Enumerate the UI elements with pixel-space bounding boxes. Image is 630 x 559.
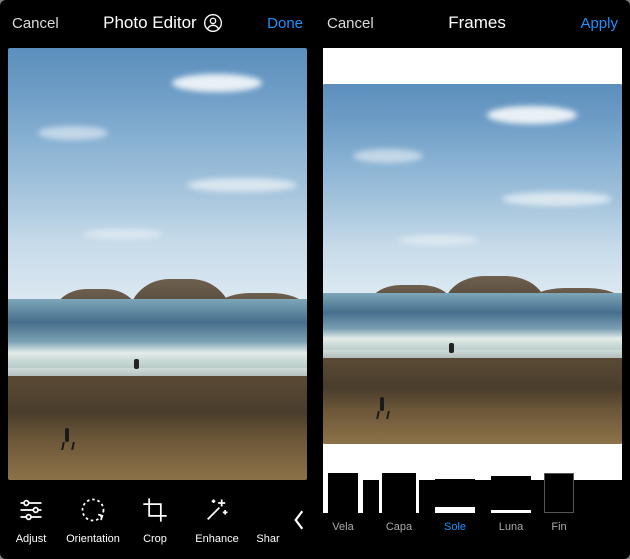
crop-icon	[140, 495, 170, 525]
frames-strip: Vela Capa Sole	[315, 469, 630, 559]
sharpen-icon	[259, 495, 277, 525]
tool-adjust[interactable]: Adjust	[0, 495, 62, 545]
frames-pane: Cancel Frames Apply	[315, 0, 630, 559]
frame-option-vela[interactable]: Vela	[315, 473, 371, 533]
photo	[8, 48, 307, 480]
tool-label: Shar	[256, 533, 279, 545]
cancel-button[interactable]: Cancel	[12, 15, 59, 32]
editor-title-text: Photo Editor	[103, 13, 197, 33]
frame-label: Fin	[551, 521, 566, 533]
editor-toolbar: Adjust Orientation Crop Enhance	[0, 480, 315, 559]
tool-orientation[interactable]: Orientation	[62, 495, 124, 545]
frame-option-luna[interactable]: Luna	[483, 473, 539, 533]
app-screenshot: Cancel Photo Editor Done	[0, 0, 630, 559]
frame-option-sole[interactable]: Sole	[427, 473, 483, 533]
frames-title: Frames	[448, 13, 506, 33]
frame-label: Vela	[332, 521, 353, 533]
toolbar-scroll-indicator[interactable]	[288, 480, 310, 559]
tool-label: Enhance	[195, 533, 238, 545]
frame-thumb	[544, 473, 574, 513]
tool-label: Adjust	[16, 533, 47, 545]
tool-label: Orientation	[66, 533, 120, 545]
done-button[interactable]: Done	[267, 15, 303, 32]
frame-label: Sole	[444, 521, 466, 533]
apply-button[interactable]: Apply	[580, 15, 618, 32]
cancel-button[interactable]: Cancel	[327, 15, 374, 32]
editor-preview[interactable]	[8, 48, 307, 480]
tool-sharpen[interactable]: Shar	[248, 495, 288, 545]
tool-enhance[interactable]: Enhance	[186, 495, 248, 545]
frame-label: Luna	[499, 521, 523, 533]
editor-title: Photo Editor	[103, 13, 223, 33]
profile-icon	[203, 13, 223, 33]
frames-topbar: Cancel Frames Apply	[315, 0, 630, 46]
frame-thumb	[491, 473, 531, 513]
enhance-icon	[202, 495, 232, 525]
frames-preview[interactable]	[323, 48, 622, 480]
frame-sole-preview	[323, 48, 622, 480]
photo	[323, 84, 622, 444]
frame-thumb	[379, 473, 419, 513]
tool-label: Crop	[143, 533, 167, 545]
tool-crop[interactable]: Crop	[124, 495, 186, 545]
frame-option-capa[interactable]: Capa	[371, 473, 427, 533]
adjust-icon	[16, 495, 46, 525]
editor-topbar: Cancel Photo Editor Done	[0, 0, 315, 46]
frame-option-fine[interactable]: Fin	[539, 473, 579, 533]
frame-thumb	[435, 473, 475, 513]
orientation-icon	[78, 495, 108, 525]
frame-thumb	[323, 473, 363, 513]
editor-pane: Cancel Photo Editor Done	[0, 0, 315, 559]
frame-label: Capa	[386, 521, 412, 533]
